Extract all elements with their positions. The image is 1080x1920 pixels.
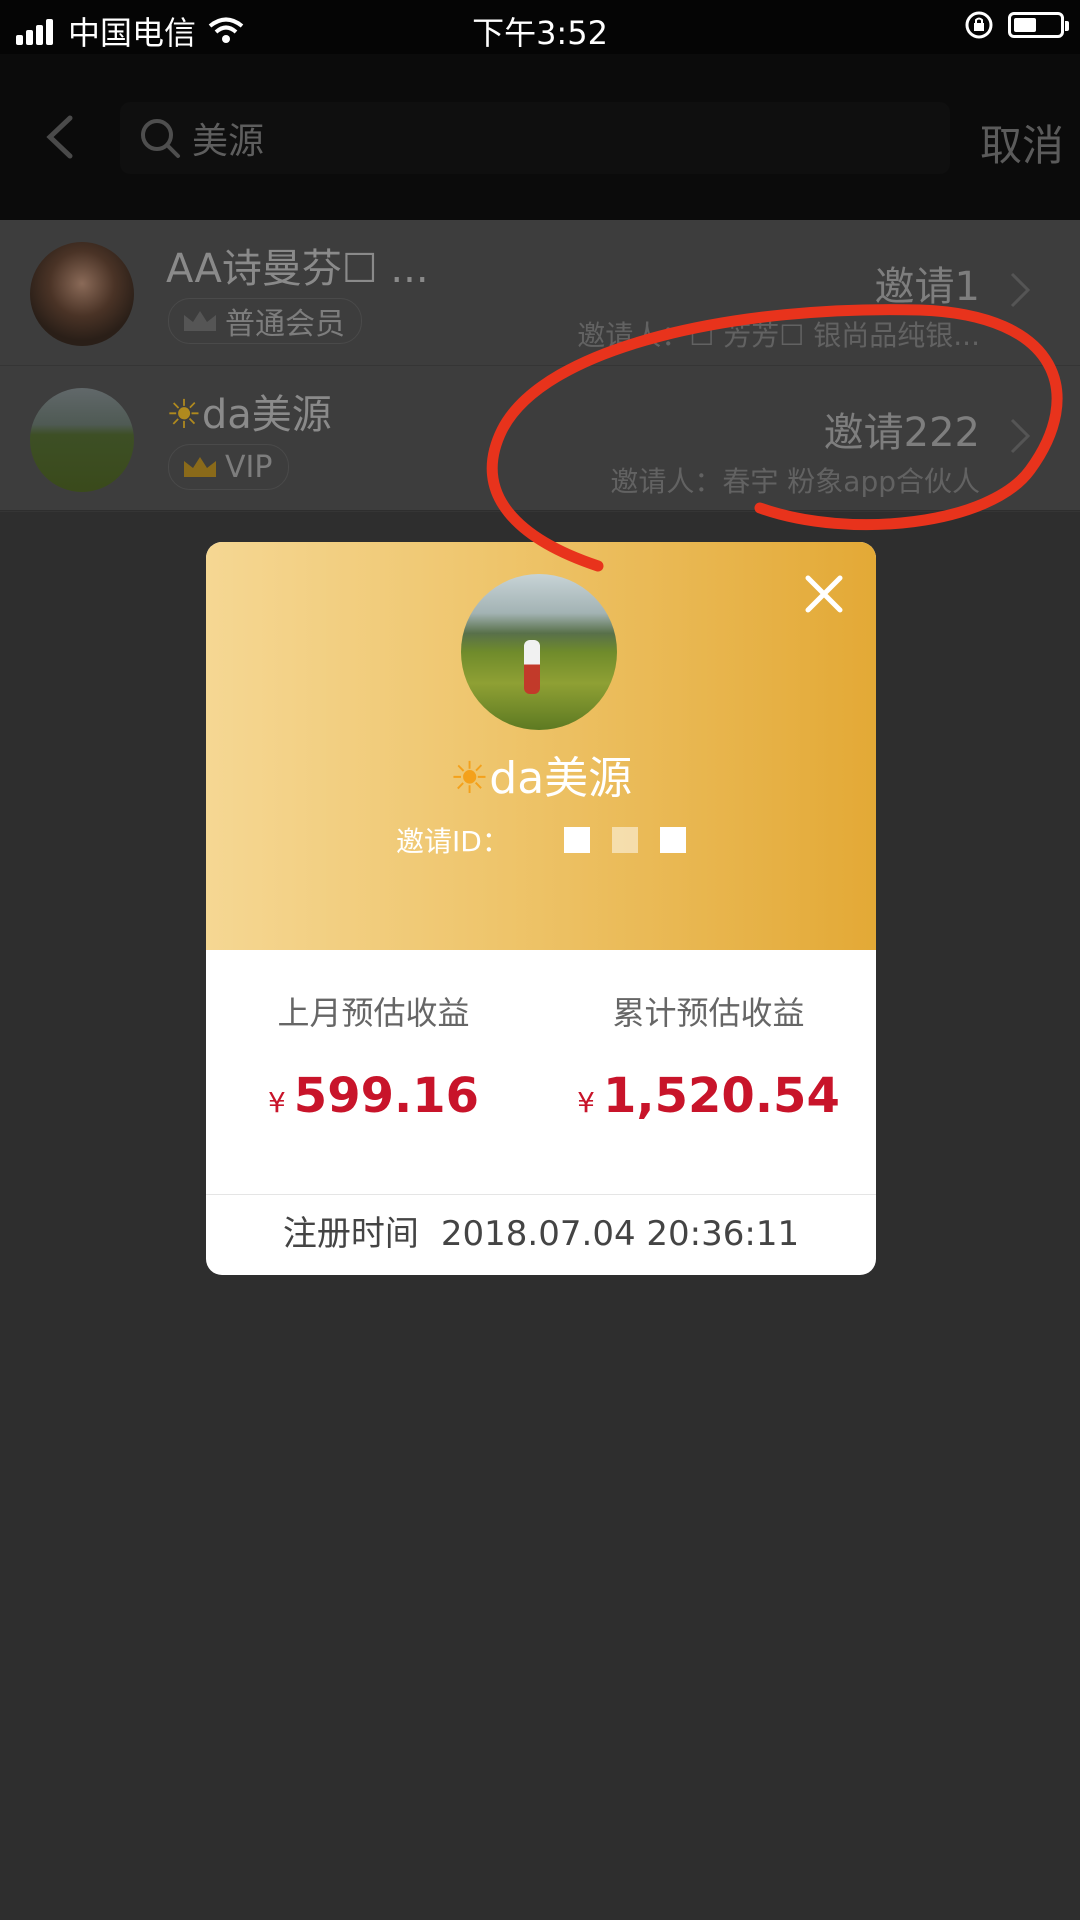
redacted-block bbox=[659, 827, 686, 853]
modal-member-name: ☀da美源 bbox=[206, 742, 876, 806]
member-level-badge: VIP bbox=[168, 444, 290, 490]
status-time: 下午3:52 bbox=[472, 14, 608, 52]
invite-count: 邀请1 bbox=[874, 264, 980, 310]
orientation-lock-icon bbox=[965, 11, 993, 39]
member-name: ☀da美源 bbox=[166, 382, 332, 440]
chevron-right-icon bbox=[1010, 272, 1031, 308]
registration-time: 注册时间 2018.07.04 20:36:11 bbox=[206, 1194, 876, 1274]
result-list: AA诗曼芬☐ ... 普通会员 邀请1 邀请人：☐ 芳芳☐ 银尚品纯银... ☀… bbox=[0, 220, 1080, 512]
avatar bbox=[30, 242, 134, 346]
member-level-label: 普通会员 bbox=[225, 307, 345, 342]
total-label: 累计预估收益 bbox=[612, 994, 805, 1032]
result-row[interactable]: AA诗曼芬☐ ... 普通会员 邀请1 邀请人：☐ 芳芳☐ 银尚品纯银... bbox=[0, 220, 1080, 366]
last-month-label: 上月预估收益 bbox=[277, 994, 470, 1032]
crown-icon bbox=[184, 457, 216, 477]
last-month-amount: 599.16 bbox=[293, 1068, 480, 1124]
cancel-button[interactable]: 取消 bbox=[980, 112, 1064, 173]
search-nav-bar: 美源 取消 bbox=[0, 54, 1080, 220]
earnings-stats: 上月预估收益 ¥599.16 累计预估收益 ¥1,520.54 bbox=[206, 950, 876, 1195]
screen: 中国电信 下午3:52 美源 取消 AA诗曼芬☐ ... 普通会员 邀请1 邀请… bbox=[0, 0, 1080, 1920]
invite-id-label: 邀请ID： bbox=[396, 825, 510, 858]
status-bar: 中国电信 下午3:52 bbox=[0, 0, 1080, 54]
search-icon bbox=[141, 119, 180, 158]
inviter-text: 邀请人：春宇 粉象app合伙人 bbox=[610, 465, 980, 498]
currency-symbol: ¥ bbox=[577, 1086, 595, 1119]
inviter-text: 邀请人：☐ 芳芳☐ 银尚品纯银... bbox=[577, 319, 980, 352]
search-query-text: 美源 bbox=[192, 121, 265, 162]
back-arrow-icon[interactable] bbox=[40, 114, 80, 160]
currency-symbol: ¥ bbox=[267, 1086, 286, 1119]
last-month-earnings: 上月预估收益 ¥599.16 bbox=[206, 950, 541, 1124]
member-level-badge: 普通会员 bbox=[168, 298, 362, 344]
chevron-right-icon bbox=[1010, 418, 1031, 454]
member-level-label: VIP bbox=[225, 449, 273, 485]
invite-id: 邀请ID： bbox=[396, 820, 686, 860]
close-icon[interactable] bbox=[802, 572, 846, 616]
crown-icon bbox=[184, 311, 216, 331]
last-month-value: ¥599.16 bbox=[206, 1068, 541, 1124]
total-value: ¥1,520.54 bbox=[541, 1068, 876, 1124]
redacted-block bbox=[563, 827, 590, 853]
total-earnings: 累计预估收益 ¥1,520.54 bbox=[541, 950, 876, 1124]
invite-count: 邀请222 bbox=[823, 410, 980, 456]
redacted-block bbox=[611, 827, 638, 853]
modal-member-name-text: da美源 bbox=[489, 753, 633, 804]
avatar bbox=[461, 574, 617, 730]
sun-icon: ☀ bbox=[166, 392, 202, 438]
modal-header: ☀da美源 邀请ID： bbox=[206, 542, 876, 950]
avatar bbox=[30, 388, 134, 492]
result-row[interactable]: ☀da美源 VIP 邀请222 邀请人：春宇 粉象app合伙人 bbox=[0, 366, 1080, 512]
sun-icon: ☀ bbox=[449, 753, 490, 804]
status-right bbox=[964, 10, 1069, 40]
register-time-value: 2018.07.04 20:36:11 bbox=[440, 1214, 800, 1254]
register-label: 注册时间 bbox=[282, 1214, 419, 1254]
member-name: AA诗曼芬☐ ... bbox=[166, 246, 429, 292]
battery-icon bbox=[1008, 12, 1069, 38]
total-amount: 1,520.54 bbox=[602, 1068, 840, 1124]
search-input[interactable]: 美源 bbox=[120, 102, 950, 174]
member-detail-modal: ☀da美源 邀请ID： 上月预估收益 ¥599.16 累计预估收益 ¥1,520… bbox=[206, 542, 876, 1275]
member-name-text: da美源 bbox=[201, 392, 332, 438]
